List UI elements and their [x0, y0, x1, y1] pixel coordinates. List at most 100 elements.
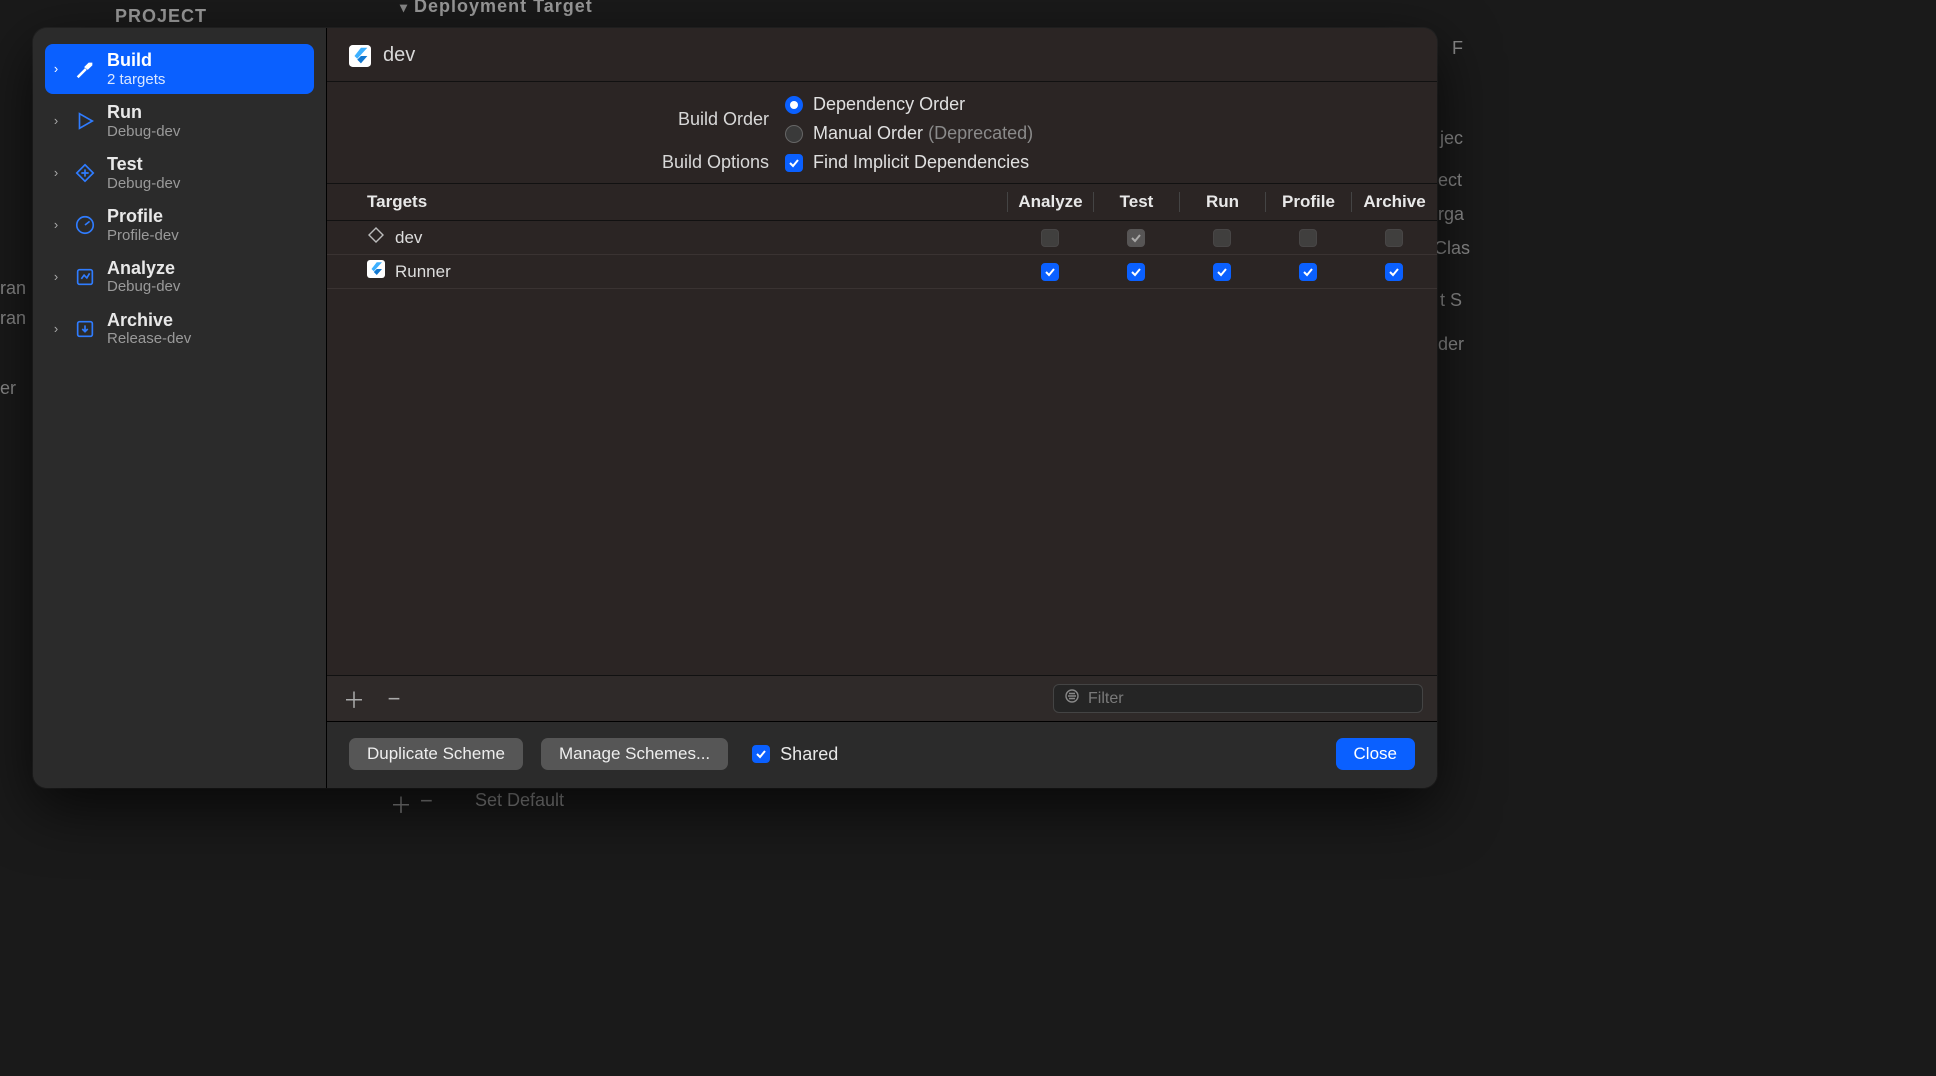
- table-header: Targets Analyze Test Run Profile Archive: [327, 184, 1437, 221]
- chevron-right-icon: ›: [49, 165, 63, 180]
- bg-text: F: [1452, 38, 1463, 59]
- sidebar-item-subtitle: 2 targets: [107, 71, 165, 88]
- bg-text: er: [0, 378, 16, 399]
- radio-label: Manual Order (Deprecated): [813, 123, 1033, 144]
- radio-icon: [785, 125, 803, 143]
- diamond-icon: [367, 226, 385, 249]
- bg-set-default: Set Default: [475, 790, 564, 811]
- bg-text: ran: [0, 278, 26, 299]
- gauge-icon: [73, 213, 97, 237]
- checkbox-icon[interactable]: [1213, 263, 1231, 281]
- analyze-icon: [73, 265, 97, 289]
- col-run[interactable]: Run: [1179, 192, 1265, 212]
- add-target-button[interactable]: ＋: [341, 686, 367, 712]
- bg-deployment-target: ▾ Deployment Target: [400, 0, 593, 17]
- col-test[interactable]: Test: [1093, 192, 1179, 212]
- checkbox-icon: [1127, 229, 1145, 247]
- sidebar-item-title: Archive: [107, 310, 191, 331]
- sidebar-item-title: Build: [107, 50, 165, 71]
- sidebar-item-title: Analyze: [107, 258, 180, 279]
- bg-text: jec: [1440, 128, 1463, 149]
- play-icon: [73, 109, 97, 133]
- dialog-footer: Duplicate Scheme Manage Schemes... Share…: [327, 721, 1437, 788]
- sidebar-item-test[interactable]: › Test Debug-dev: [45, 148, 314, 198]
- sidebar-item-profile[interactable]: › Profile Profile-dev: [45, 200, 314, 250]
- sidebar-item-title: Test: [107, 154, 180, 175]
- bg-project-label: PROJECT: [115, 6, 207, 27]
- checkbox-icon: [785, 154, 803, 172]
- checkbox-icon: [1213, 229, 1231, 247]
- sidebar-item-subtitle: Debug-dev: [107, 175, 180, 192]
- bg-text: Clas: [1434, 238, 1470, 259]
- chevron-down-icon: ▾: [400, 0, 408, 15]
- chevron-right-icon: ›: [49, 61, 63, 76]
- scheme-editor-dialog: › Build 2 targets › Run Debug-dev: [33, 28, 1437, 788]
- shared-checkbox[interactable]: Shared: [752, 744, 838, 765]
- checkbox-icon[interactable]: [1127, 263, 1145, 281]
- sidebar-item-subtitle: Debug-dev: [107, 123, 180, 140]
- scheme-name: dev: [383, 44, 415, 67]
- build-options-label: Build Options: [349, 152, 769, 173]
- bg-text: der: [1438, 334, 1464, 355]
- checkbox-icon[interactable]: [1041, 263, 1059, 281]
- chevron-right-icon: ›: [49, 217, 63, 232]
- checkbox-icon[interactable]: [1299, 263, 1317, 281]
- sidebar-item-title: Run: [107, 102, 180, 123]
- build-options: Build Order Dependency Order Manual Orde…: [327, 82, 1437, 184]
- manage-schemes-button[interactable]: Manage Schemes...: [541, 738, 728, 770]
- table-row[interactable]: dev: [327, 221, 1437, 255]
- radio-manual-order[interactable]: Manual Order (Deprecated): [785, 123, 1033, 144]
- sidebar-item-subtitle: Release-dev: [107, 330, 191, 347]
- checkbox-icon[interactable]: [1385, 263, 1403, 281]
- close-button[interactable]: Close: [1336, 738, 1415, 770]
- radio-dependency-order[interactable]: Dependency Order: [785, 94, 1033, 115]
- bg-text: ect: [1438, 170, 1462, 191]
- filter-input[interactable]: [1088, 690, 1412, 708]
- filter-field[interactable]: [1053, 684, 1423, 713]
- sidebar-item-build[interactable]: › Build 2 targets: [45, 44, 314, 94]
- archive-icon: [73, 317, 97, 341]
- table-toolbar: ＋ −: [327, 675, 1437, 721]
- col-analyze[interactable]: Analyze: [1007, 192, 1093, 212]
- sidebar-item-subtitle: Debug-dev: [107, 278, 180, 295]
- checkbox-icon: [1299, 229, 1317, 247]
- sidebar-item-title: Profile: [107, 206, 179, 227]
- col-profile[interactable]: Profile: [1265, 192, 1351, 212]
- sidebar-item-subtitle: Profile-dev: [107, 227, 179, 244]
- checkbox-icon: [1041, 229, 1059, 247]
- main-header: dev: [327, 28, 1437, 82]
- checkbox-icon: [752, 745, 770, 763]
- sidebar-item-run[interactable]: › Run Debug-dev: [45, 96, 314, 146]
- target-name: dev: [395, 228, 422, 248]
- target-name: Runner: [395, 262, 451, 282]
- minus-icon: −: [420, 788, 433, 814]
- chevron-right-icon: ›: [49, 113, 63, 128]
- col-targets: Targets: [349, 192, 1007, 212]
- targets-table: Targets Analyze Test Run Profile Archive…: [327, 184, 1437, 721]
- chevron-right-icon: ›: [49, 269, 63, 284]
- scheme-actions-sidebar: › Build 2 targets › Run Debug-dev: [33, 28, 327, 788]
- col-archive[interactable]: Archive: [1351, 192, 1437, 212]
- shared-label: Shared: [780, 744, 838, 765]
- checkbox-find-implicit[interactable]: Find Implicit Dependencies: [785, 152, 1029, 173]
- plus-icon: ＋: [390, 788, 412, 820]
- duplicate-scheme-button[interactable]: Duplicate Scheme: [349, 738, 523, 770]
- hammer-icon: [73, 57, 97, 81]
- flutter-icon: [349, 45, 371, 67]
- scheme-main-panel: dev Build Order Dependency Order Manual …: [327, 28, 1437, 788]
- sidebar-item-analyze[interactable]: › Analyze Debug-dev: [45, 252, 314, 302]
- bg-text: ran: [0, 308, 26, 329]
- build-order-label: Build Order: [349, 109, 769, 130]
- remove-target-button[interactable]: −: [381, 686, 407, 712]
- chevron-right-icon: ›: [49, 321, 63, 336]
- radio-label: Dependency Order: [813, 94, 965, 115]
- checkbox-icon: [1385, 229, 1403, 247]
- radio-icon: [785, 96, 803, 114]
- checkbox-label: Find Implicit Dependencies: [813, 152, 1029, 173]
- bg-text: rga: [1438, 204, 1464, 225]
- bg-text: t S: [1440, 290, 1462, 311]
- filter-icon: [1064, 688, 1080, 709]
- sidebar-item-archive[interactable]: › Archive Release-dev: [45, 304, 314, 354]
- table-row[interactable]: Runner: [327, 255, 1437, 289]
- wrench-icon: [73, 161, 97, 185]
